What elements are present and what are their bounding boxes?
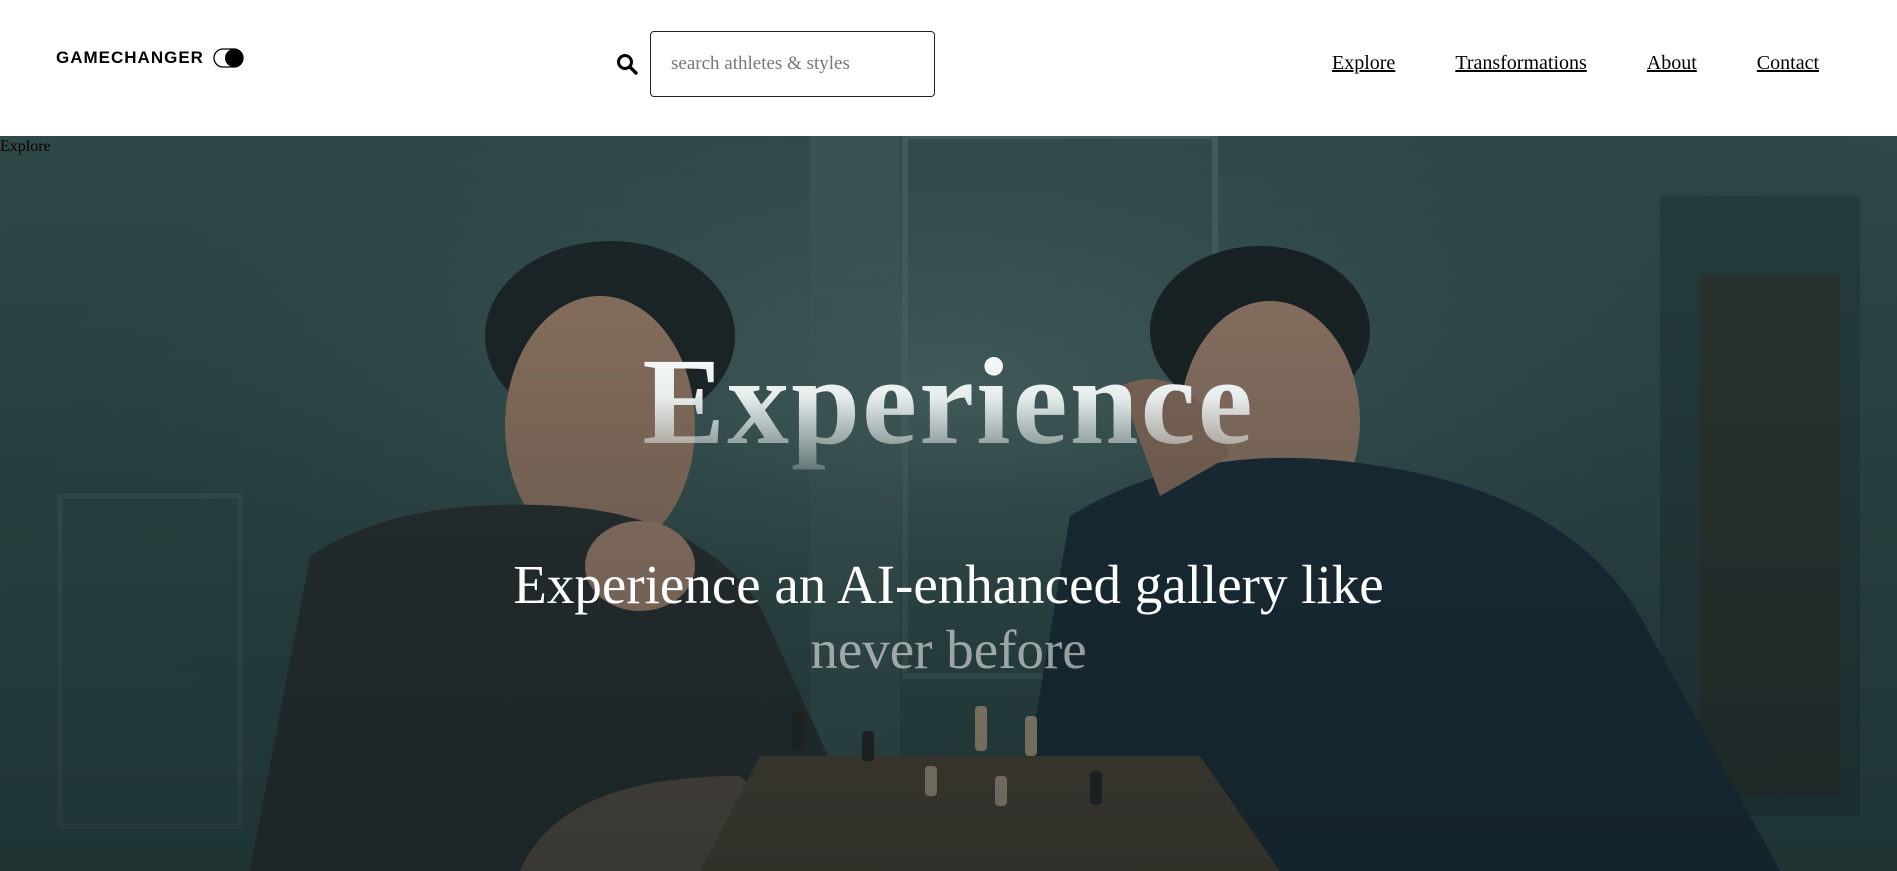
nav-transformations-link[interactable]: Transformations xyxy=(1455,52,1586,75)
site-header: GAMECHANGER Explore Transformations Abou… xyxy=(0,0,1897,136)
main-nav: Explore Transformations About Contact xyxy=(1332,52,1819,75)
nav-contact-link[interactable]: Contact xyxy=(1757,52,1819,75)
nav-about-link[interactable]: About xyxy=(1647,52,1697,75)
search-icon[interactable] xyxy=(616,53,638,75)
hero-subtitle-line-1: Experience an AI-enhanced gallery like xyxy=(513,554,1384,615)
stray-explore-label: Explore xyxy=(0,138,51,155)
search-input[interactable] xyxy=(650,31,935,97)
hero-background-image xyxy=(0,136,1897,871)
hero-section: Explore Experience Experience an AI-enha… xyxy=(0,136,1897,871)
logo[interactable]: GAMECHANGER xyxy=(56,48,244,68)
hero-subtitle-line-2: never before xyxy=(810,619,1087,680)
logo-text: GAMECHANGER xyxy=(56,48,204,67)
theme-toggle-icon[interactable] xyxy=(213,48,244,68)
hero-title: Experience xyxy=(0,331,1897,473)
nav-explore-link[interactable]: Explore xyxy=(1332,52,1395,75)
search-bar xyxy=(616,31,935,97)
